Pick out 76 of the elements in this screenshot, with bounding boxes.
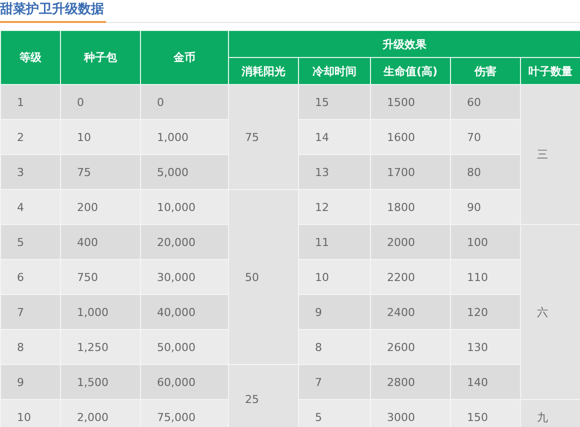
column-header: 生命值(高): [370, 58, 450, 84]
table-cell: 1700: [370, 154, 450, 190]
table-cell: 60: [450, 84, 520, 120]
table-cell: 1: [0, 84, 60, 120]
table-cell: 90: [450, 190, 520, 224]
table-cell: 1800: [370, 190, 450, 224]
column-header: 冷却时间: [298, 58, 370, 84]
column-header: 消耗阳光: [228, 58, 298, 84]
column-group-header: 升级效果: [228, 30, 580, 58]
column-header: 等级: [0, 30, 60, 84]
column-header: 种子包: [60, 30, 140, 84]
table-cell: 4: [0, 190, 60, 224]
table-cell: 6: [0, 260, 60, 294]
table-cell: 50: [228, 190, 298, 364]
table-cell: 10: [298, 260, 370, 294]
table-cell: 30,000: [140, 260, 228, 294]
table-cell: 110: [450, 260, 520, 294]
table-cell: 2400: [370, 294, 450, 330]
table-cell: 11: [298, 224, 370, 260]
table-cell: 九: [520, 400, 580, 427]
table-cell: 六: [520, 224, 580, 400]
table-cell: 1,250: [60, 330, 140, 364]
table-cell: 60,000: [140, 364, 228, 400]
table-cell: 75: [60, 154, 140, 190]
table-cell: 10: [60, 120, 140, 154]
page-title: 甜菜护卫升级数据: [0, 0, 106, 23]
table-cell: 120: [450, 294, 520, 330]
table-cell: 7: [298, 364, 370, 400]
table-cell: 2,000: [60, 400, 140, 427]
table-cell: 750: [60, 260, 140, 294]
table-cell: 15: [298, 84, 370, 120]
table-cell: 100: [450, 224, 520, 260]
table-cell: 14: [298, 120, 370, 154]
table-cell: 5: [298, 400, 370, 427]
table-cell: 9: [298, 294, 370, 330]
table-cell: 1500: [370, 84, 450, 120]
table-cell: 150: [450, 400, 520, 427]
table-cell: 2000: [370, 224, 450, 260]
table-cell: 200: [60, 190, 140, 224]
table-cell: 2800: [370, 364, 450, 400]
column-header: 叶子数量: [520, 58, 580, 84]
table-cell: 10: [0, 400, 60, 427]
table-cell: 2200: [370, 260, 450, 294]
column-header: 金币: [140, 30, 228, 84]
table-cell: 80: [450, 154, 520, 190]
table-cell: 1600: [370, 120, 450, 154]
table-cell: 3000: [370, 400, 450, 427]
table-cell: 70: [450, 120, 520, 154]
table-cell: 40,000: [140, 294, 228, 330]
table-cell: 3: [0, 154, 60, 190]
column-header: 伤害: [450, 58, 520, 84]
table-cell: 0: [140, 84, 228, 120]
table-cell: 140: [450, 364, 520, 400]
table-cell: 1,000: [140, 120, 228, 154]
table-cell: 12: [298, 190, 370, 224]
table-cell: 7: [0, 294, 60, 330]
table-cell: 25: [228, 364, 298, 427]
table-cell: 8: [0, 330, 60, 364]
table-cell: 50,000: [140, 330, 228, 364]
table-cell: 5,000: [140, 154, 228, 190]
table-cell: 5: [0, 224, 60, 260]
table-cell: 130: [450, 330, 520, 364]
table-cell: 9: [0, 364, 60, 400]
table-cell: 400: [60, 224, 140, 260]
table-cell: 10,000: [140, 190, 228, 224]
table-cell: 75: [228, 84, 298, 190]
table-cell: 三: [520, 84, 580, 224]
table-cell: 2: [0, 120, 60, 154]
table-cell: 13: [298, 154, 370, 190]
table-cell: 0: [60, 84, 140, 120]
table-cell: 2600: [370, 330, 450, 364]
table-cell: 8: [298, 330, 370, 364]
table-cell: 1,000: [60, 294, 140, 330]
table-cell: 20,000: [140, 224, 228, 260]
table-cell: 75,000: [140, 400, 228, 427]
table-cell: 1,500: [60, 364, 140, 400]
